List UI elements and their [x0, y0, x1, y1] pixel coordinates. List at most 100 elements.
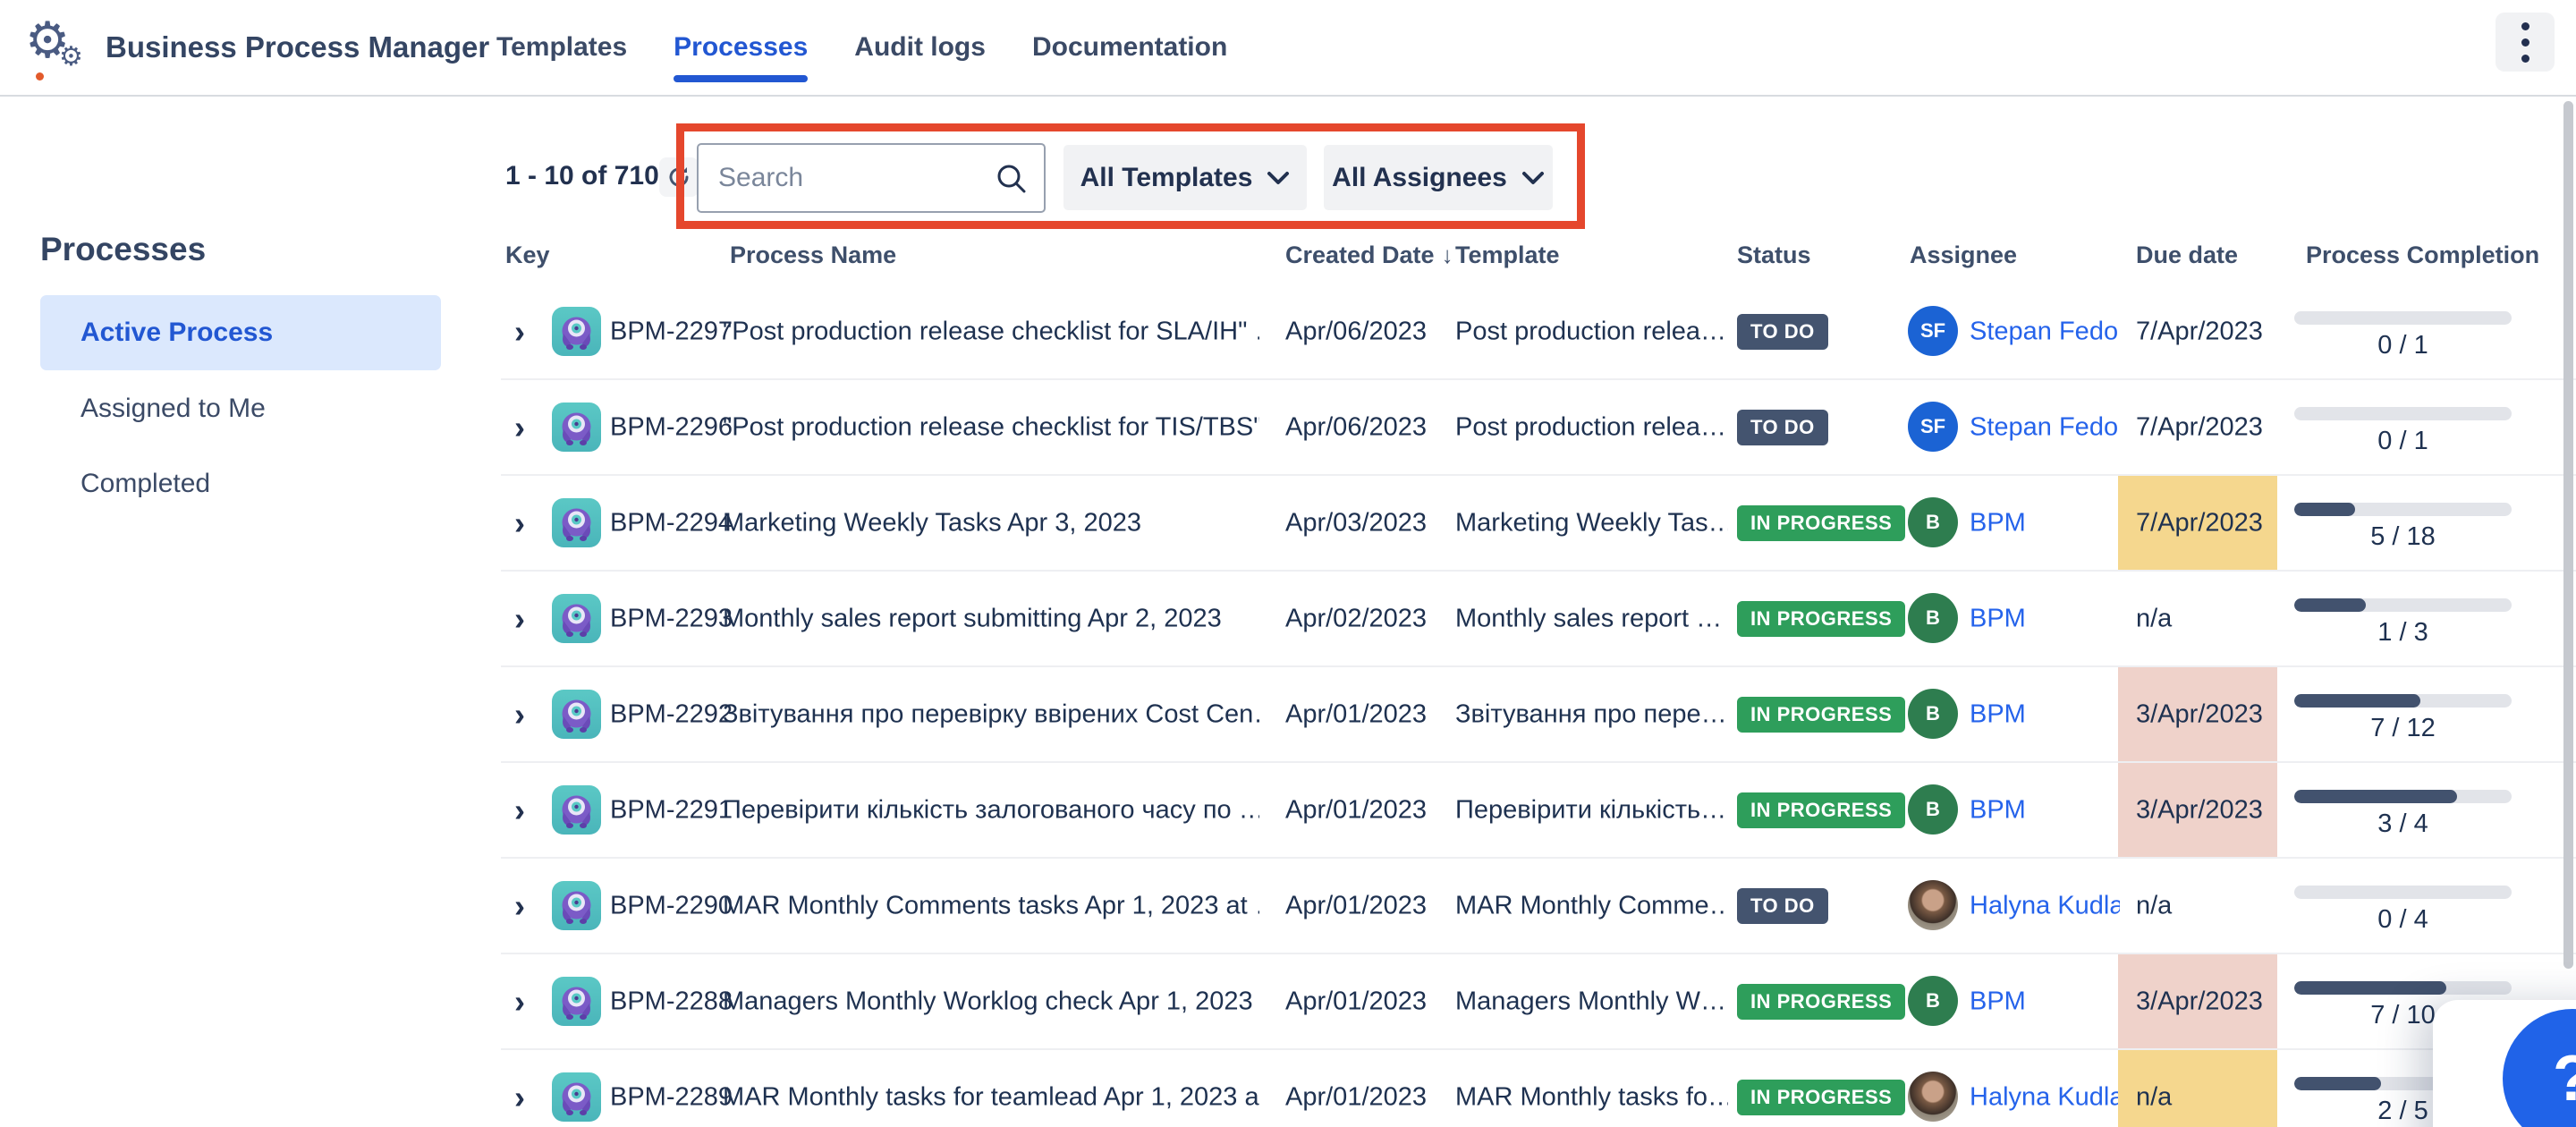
assignee-link[interactable]: BPM	[1970, 987, 2120, 1016]
assignee-avatar	[1908, 880, 1958, 930]
completion-fraction: 0 / 1	[2294, 331, 2512, 360]
process-key: BPM-2296	[610, 412, 733, 442]
completion-progress-bar	[2294, 503, 2512, 516]
process-mascot-icon	[552, 690, 601, 739]
template-name: Marketing Weekly Tas…	[1455, 508, 1728, 538]
template-name: Post production relea…	[1455, 412, 1728, 442]
column-header-template[interactable]: Template	[1455, 242, 1560, 269]
expand-chevron-icon[interactable]: ›	[514, 1079, 525, 1116]
completion-fraction: 0 / 1	[2294, 427, 2512, 456]
template-name: Managers Monthly W…	[1455, 987, 1728, 1016]
status-badge: IN PROGRESS	[1737, 697, 1905, 733]
assignee-avatar: B	[1908, 976, 1958, 1026]
created-date: Apr/06/2023	[1285, 317, 1427, 346]
table-row[interactable]: › BPM-2297 "Post production release chec…	[501, 284, 2576, 380]
sidebar-item-label: Active Process	[80, 318, 273, 348]
template-name: MAR Monthly tasks fo…	[1455, 1082, 1728, 1112]
kebab-menu-icon[interactable]	[2496, 13, 2555, 72]
nav-tab-processes[interactable]: Processes	[674, 0, 808, 95]
table-row[interactable]: › BPM-2294 Marketing Weekly Tasks Apr 3,…	[501, 476, 2576, 572]
process-key: BPM-2291	[610, 795, 733, 825]
assignee-link[interactable]: Halyna Kudlak	[1970, 891, 2120, 920]
table-header: Key Process Name Created Date↓ Template …	[501, 229, 2576, 286]
sidebar-item-assigned-to-me[interactable]: Assigned to Me	[80, 394, 266, 424]
due-date: n/a	[2136, 604, 2172, 633]
column-header-process-name[interactable]: Process Name	[730, 242, 896, 269]
table-row[interactable]: › BPM-2289 MAR Monthly tasks for teamlea…	[501, 1050, 2576, 1127]
process-key: BPM-2292	[610, 699, 733, 729]
refresh-icon[interactable]	[659, 157, 699, 197]
process-key: BPM-2289	[610, 1082, 733, 1112]
assignee-link[interactable]: Stepan Fedori	[1970, 317, 2120, 346]
assignee-link[interactable]: BPM	[1970, 604, 2120, 633]
expand-chevron-icon[interactable]: ›	[514, 313, 525, 351]
template-name: Monthly sales report …	[1455, 604, 1728, 633]
completion-progress-bar	[2294, 694, 2512, 708]
table-row[interactable]: › BPM-2288 Managers Monthly Worklog chec…	[501, 954, 2576, 1050]
chevron-down-icon	[1521, 163, 1545, 193]
status-badge: IN PROGRESS	[1737, 1080, 1905, 1115]
expand-chevron-icon[interactable]: ›	[514, 504, 525, 542]
column-header-created-date[interactable]: Created Date↓	[1285, 242, 1453, 269]
top-bar: ⚙ ⚙ Business Process Manager Templates P…	[0, 0, 2576, 97]
due-date-cell: 3/Apr/2023	[2118, 954, 2277, 1048]
templates-filter-dropdown[interactable]: All Templates	[1063, 145, 1307, 210]
assignees-filter-dropdown[interactable]: All Assignees	[1324, 145, 1553, 210]
completion-fraction: 0 / 4	[2294, 905, 2512, 935]
expand-chevron-icon[interactable]: ›	[514, 409, 525, 446]
completion-progress-bar	[2294, 981, 2512, 995]
created-date: Apr/01/2023	[1285, 1082, 1427, 1112]
search-input[interactable]	[716, 150, 979, 206]
status-badge: IN PROGRESS	[1737, 505, 1905, 541]
chevron-down-icon	[1267, 163, 1290, 193]
completion-progress-bar	[2294, 886, 2512, 899]
due-date-cell: 7/Apr/2023	[2118, 284, 2277, 378]
table-row[interactable]: › BPM-2296 "Post production release chec…	[501, 380, 2576, 476]
table-row[interactable]: › BPM-2291 Перевірити кількість залогова…	[501, 763, 2576, 859]
column-header-status[interactable]: Status	[1737, 242, 1811, 269]
status-badge: IN PROGRESS	[1737, 601, 1905, 637]
process-name: MAR Monthly tasks for teamlead Apr 1, 20…	[723, 1082, 1259, 1112]
assignee-link[interactable]: BPM	[1970, 795, 2120, 825]
assignee-link[interactable]: BPM	[1970, 699, 2120, 729]
status-badge: IN PROGRESS	[1737, 984, 1905, 1020]
expand-chevron-icon[interactable]: ›	[514, 600, 525, 638]
expand-chevron-icon[interactable]: ›	[514, 983, 525, 1021]
nav-tab-templates[interactable]: Templates	[496, 0, 627, 95]
process-key: BPM-2297	[610, 317, 733, 346]
due-date: n/a	[2136, 1082, 2172, 1112]
sidebar-item-active-process[interactable]: Active Process	[40, 295, 441, 370]
vertical-scrollbar[interactable]	[2563, 101, 2573, 969]
process-mascot-icon	[552, 402, 601, 452]
nav-tab-audit-logs[interactable]: Audit logs	[854, 0, 986, 95]
column-header-assignee[interactable]: Assignee	[1910, 242, 2017, 269]
due-date: 7/Apr/2023	[2136, 317, 2263, 346]
expand-chevron-icon[interactable]: ›	[514, 887, 525, 925]
sidebar-heading: Processes	[40, 231, 206, 268]
assignee-link[interactable]: BPM	[1970, 508, 2120, 538]
column-header-due-date[interactable]: Due date	[2136, 242, 2238, 269]
table-row[interactable]: › BPM-2293 Monthly sales report submitti…	[501, 572, 2576, 667]
expand-chevron-icon[interactable]: ›	[514, 792, 525, 829]
nav-tab-documentation[interactable]: Documentation	[1032, 0, 1227, 95]
table-row[interactable]: › BPM-2292 Звітування про перевірку ввір…	[501, 667, 2576, 763]
assignee-avatar: B	[1908, 784, 1958, 835]
table-body: › BPM-2297 "Post production release chec…	[501, 284, 2576, 1127]
process-mascot-icon	[552, 881, 601, 930]
process-name: Managers Monthly Worklog check Apr 1, 20…	[723, 987, 1259, 1016]
column-header-process-completion[interactable]: Process Completion	[2306, 242, 2539, 269]
assignee-avatar: B	[1908, 593, 1958, 643]
sort-desc-icon: ↓	[1442, 242, 1453, 268]
result-count: 1 - 10 of 710	[505, 161, 659, 191]
column-header-key[interactable]: Key	[505, 242, 550, 269]
table-row[interactable]: › BPM-2290 MAR Monthly Comments tasks Ap…	[501, 859, 2576, 954]
process-key: BPM-2288	[610, 987, 733, 1016]
due-date: 7/Apr/2023	[2136, 508, 2263, 538]
search-box	[697, 143, 1046, 213]
status-badge: TO DO	[1737, 314, 1828, 350]
assignee-link[interactable]: Stepan Fedori	[1970, 412, 2120, 442]
sidebar: Processes Active Process Assigned to Me …	[0, 95, 501, 1127]
assignee-link[interactable]: Halyna Kudlak	[1970, 1082, 2120, 1112]
expand-chevron-icon[interactable]: ›	[514, 696, 525, 733]
sidebar-item-completed[interactable]: Completed	[80, 469, 210, 499]
